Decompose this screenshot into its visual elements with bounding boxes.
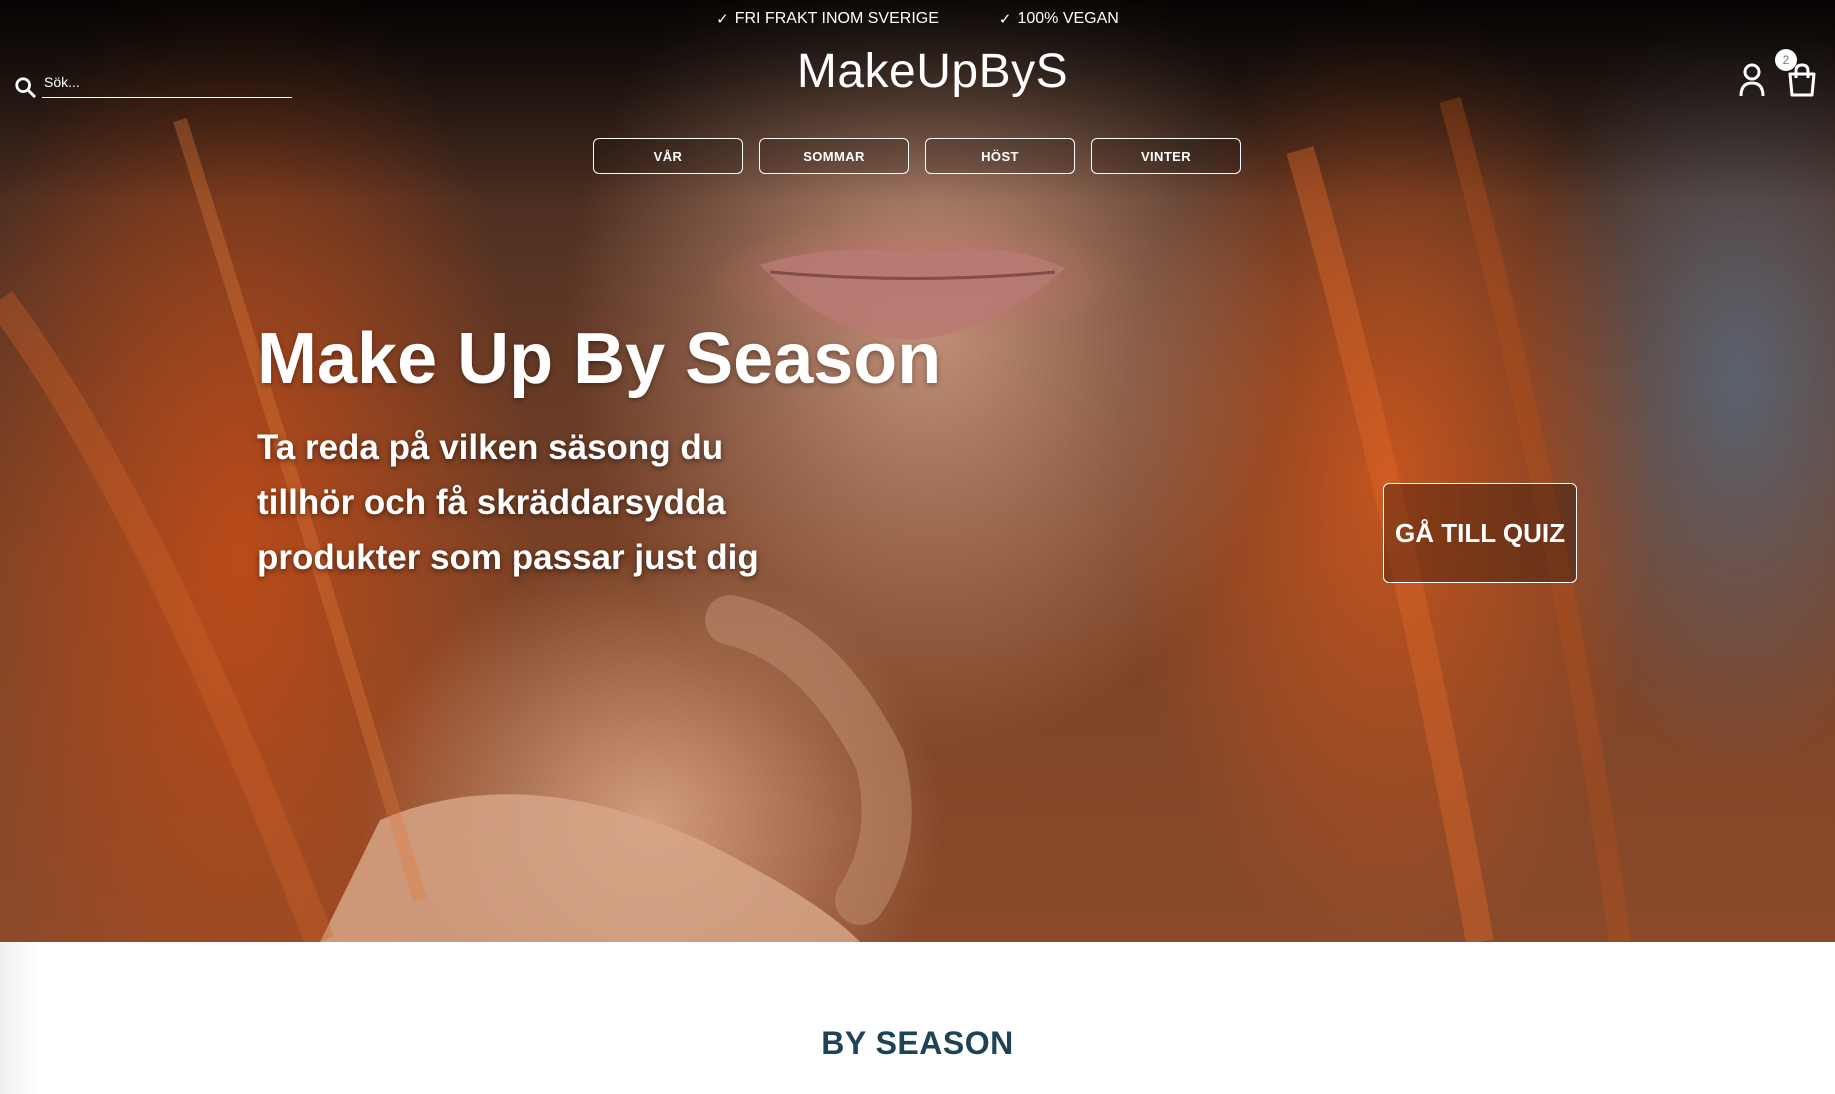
usp-item: ✓ 100% VEGAN (999, 10, 1119, 28)
usp-item: ✓ FRI FRAKT INOM SVERIGE (716, 10, 939, 28)
cart-count-badge: 2 (1775, 49, 1797, 71)
check-icon: ✓ (998, 11, 1012, 28)
hero-subtitle: Ta reda på vilken säsong du tillhör och … (257, 428, 759, 577)
hero-title: Make Up By Season (257, 319, 942, 399)
usp-label: FRI FRAKT INOM SVERIGE (734, 10, 939, 27)
usp-label: 100% VEGAN (1017, 10, 1119, 27)
season-button-vinter[interactable]: VINTER (1091, 138, 1241, 174)
section-title: BY SEASON (821, 1025, 1014, 1061)
season-button-sommar[interactable]: SOMMAR (759, 138, 909, 174)
site-logo[interactable]: MakeUpByS (0, 44, 1835, 99)
check-icon: ✓ (716, 11, 729, 28)
quiz-button[interactable]: GÅ TILL QUIZ (1383, 483, 1577, 583)
side-shadow (0, 942, 40, 1094)
account-icon[interactable] (1738, 62, 1766, 98)
season-nav: VÅR SOMMAR HÖST VINTER (593, 138, 1241, 174)
season-button-var[interactable]: VÅR (593, 138, 743, 174)
usp-bar: ✓ FRI FRAKT INOM SVERIGE ✓ 100% VEGAN (0, 0, 1835, 38)
season-button-host[interactable]: HÖST (925, 138, 1075, 174)
